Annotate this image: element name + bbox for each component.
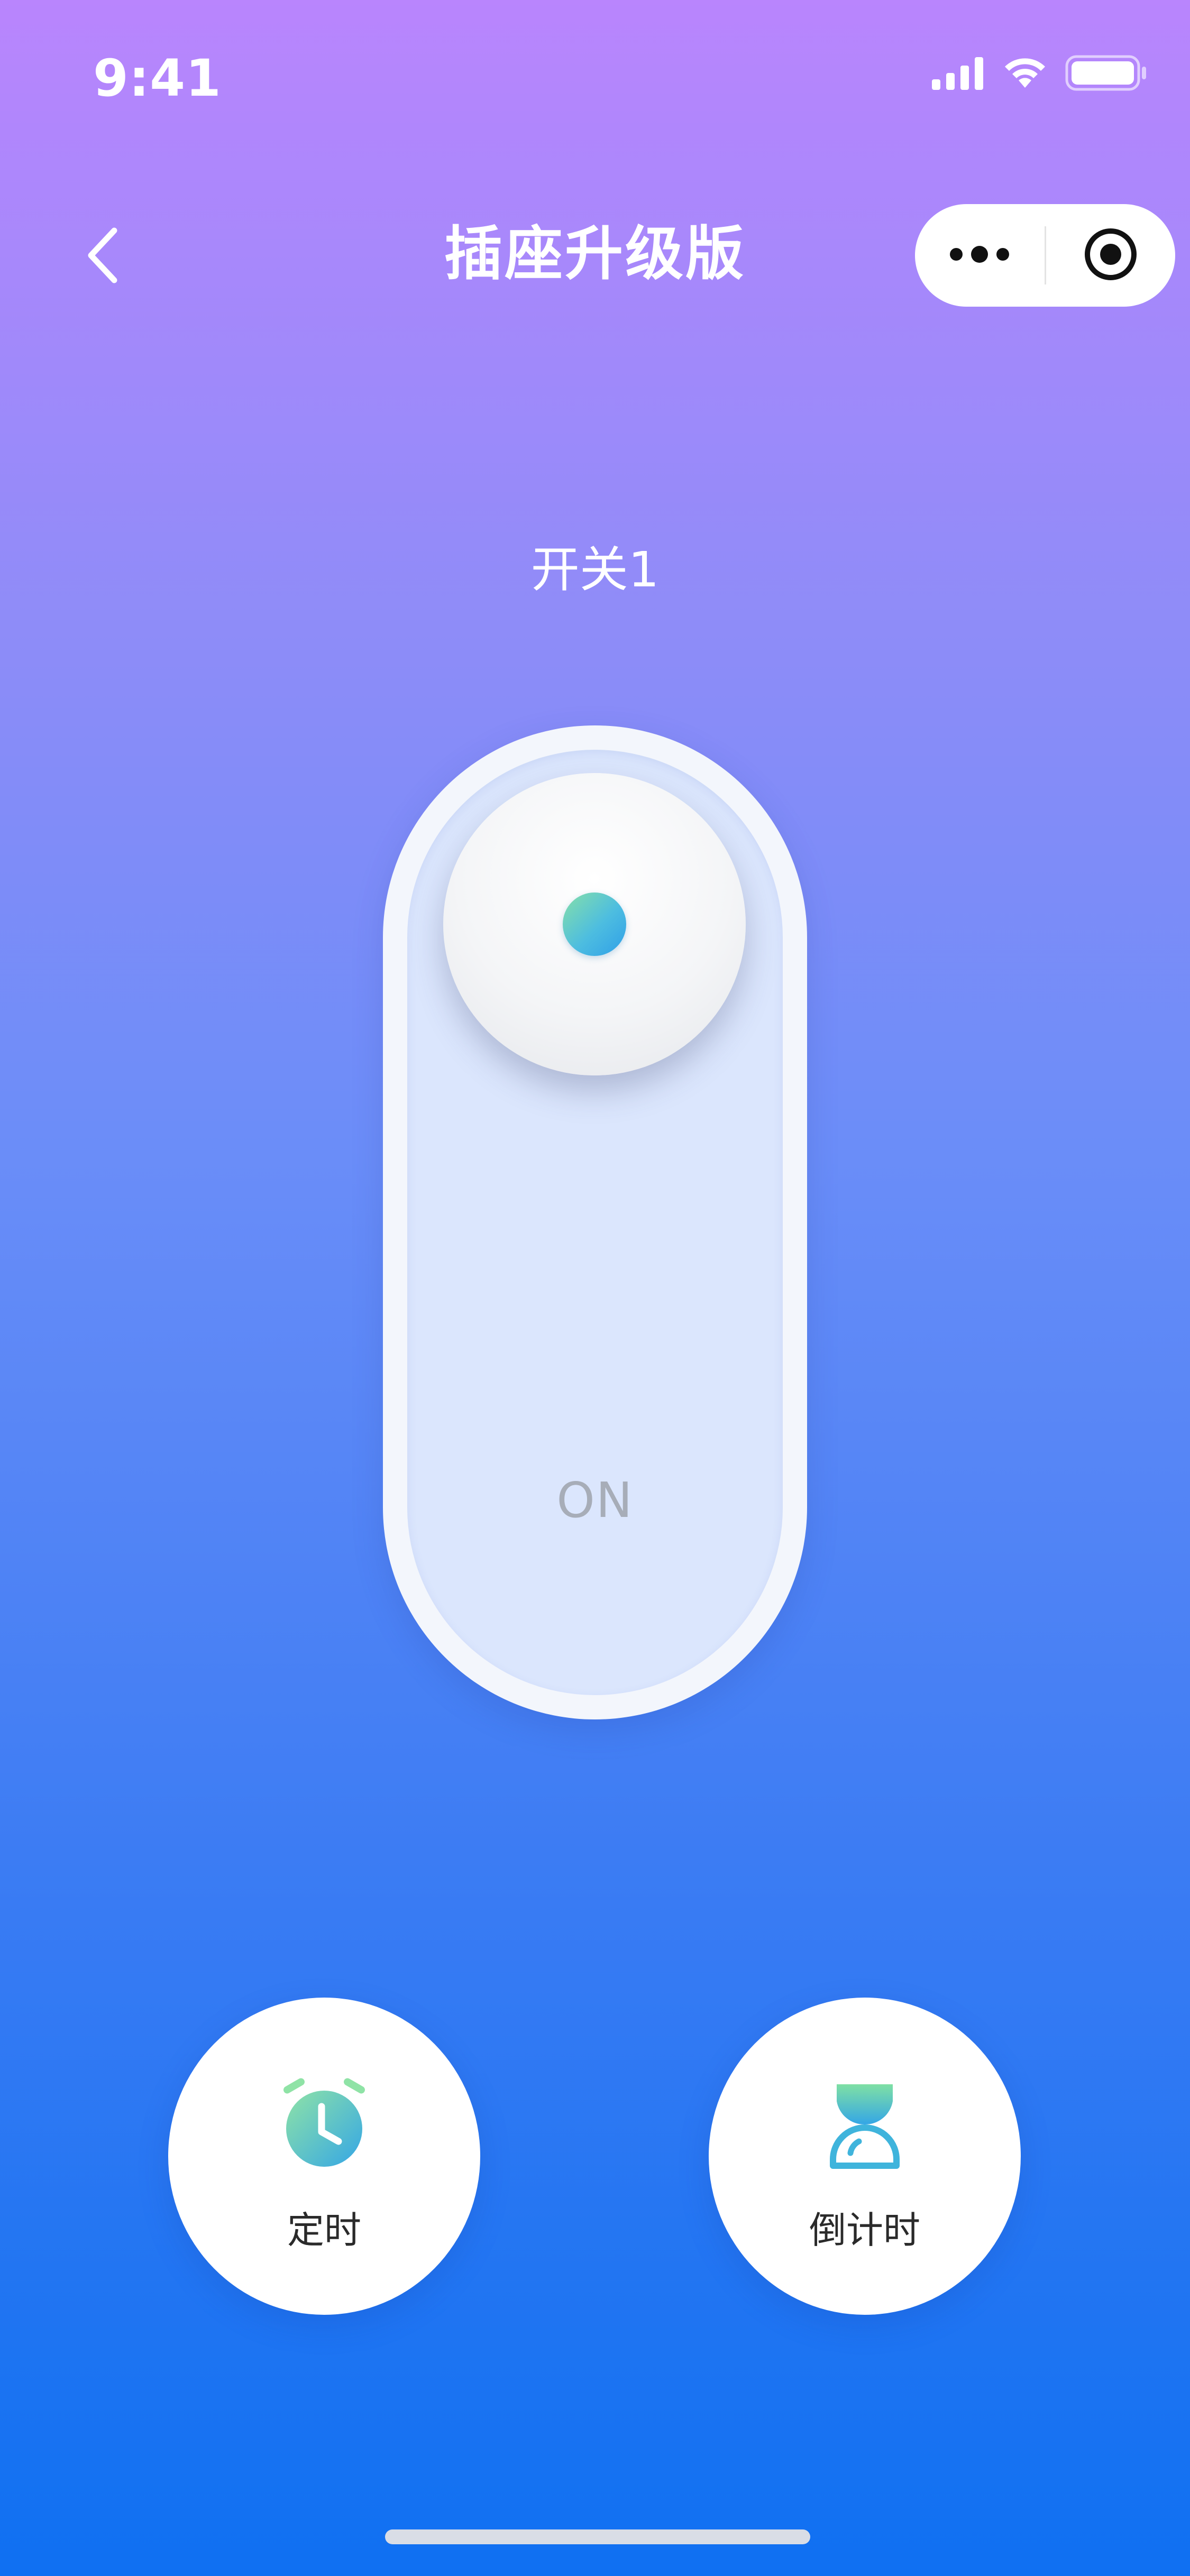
status-dot-icon	[563, 893, 626, 956]
toggle-knob[interactable]	[443, 773, 746, 1075]
more-dots-icon	[948, 244, 1011, 267]
power-toggle[interactable]: ON	[383, 725, 807, 1719]
status-icons	[932, 55, 1148, 93]
wifi-icon	[1002, 56, 1048, 92]
timer-label: 定时	[287, 2209, 361, 2252]
app-screen: 9:41 插座升级版 开关1 ON 定时 倒计时	[0, 0, 1190, 2576]
timer-button[interactable]: 定时	[168, 1998, 480, 2315]
alarm-clock-icon	[168, 2076, 480, 2171]
record-close-icon	[1082, 226, 1139, 285]
toggle-track: ON	[407, 750, 783, 1695]
home-indicator	[385, 2529, 810, 2544]
toggle-state-text: ON	[556, 1472, 634, 1529]
close-button[interactable]	[1046, 204, 1176, 307]
status-time: 9:41	[93, 49, 222, 108]
more-button[interactable]	[915, 204, 1045, 307]
mini-program-capsule	[915, 204, 1175, 307]
countdown-button[interactable]: 倒计时	[709, 1998, 1021, 2315]
hourglass-icon	[709, 2076, 1021, 2171]
battery-icon	[1065, 55, 1148, 93]
cellular-signal-icon	[932, 56, 985, 92]
countdown-label: 倒计时	[809, 2209, 920, 2252]
switch-label: 开关1	[530, 541, 660, 598]
